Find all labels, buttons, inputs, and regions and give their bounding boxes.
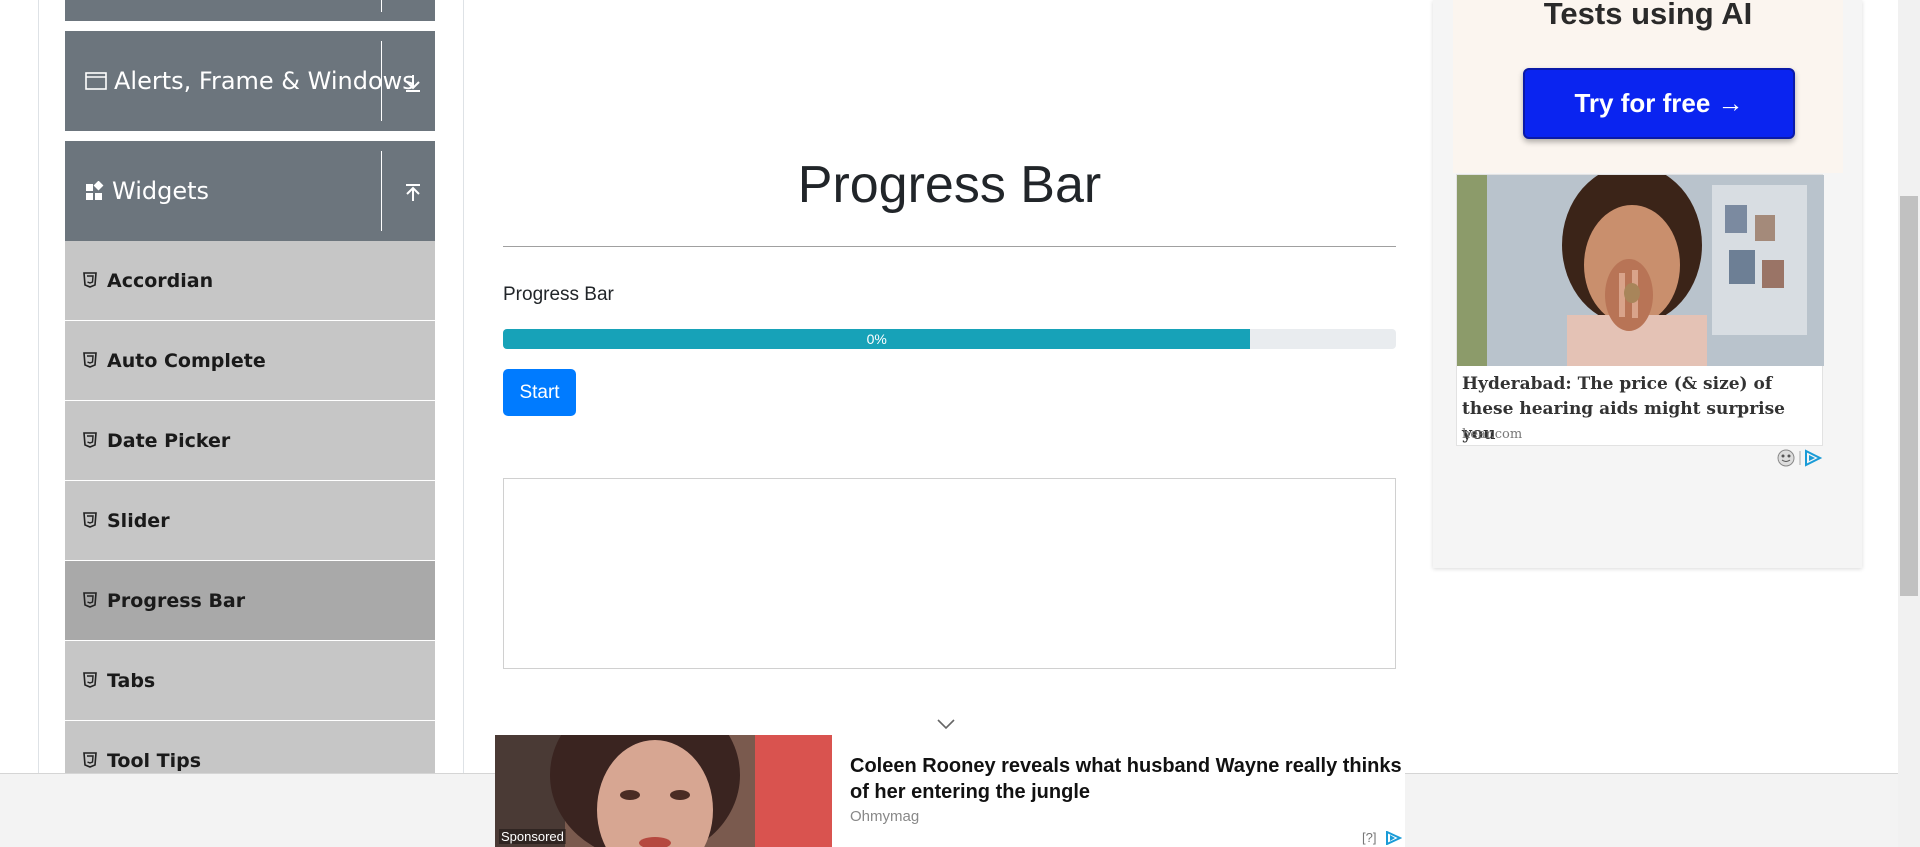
group-divider [381,151,382,231]
group-label: Alerts, Frame & Windows [114,67,415,95]
html5-icon [83,592,97,608]
sidebar-item-label: Tabs [107,670,156,692]
sidebar-item-label: Date Picker [107,430,231,452]
sidebar-group-widgets[interactable]: Widgets [65,141,435,241]
try-for-free-button[interactable]: Try for free → [1523,68,1795,139]
group-label: Widgets [112,177,210,205]
page-title: Progress Bar [797,156,1102,214]
ad-choices-icon[interactable] [1776,448,1824,472]
sidebar-item-progress-bar[interactable]: Progress Bar [65,561,435,641]
group-title: Alerts, Frame & Windows [85,67,415,95]
widgets-icon [85,181,105,201]
window-icon [85,71,107,91]
sidebar-item-accordian[interactable]: Accordian [65,241,435,321]
page-scrollbar[interactable] [1898,0,1920,847]
ad-image [1457,175,1824,366]
progress-bar-value: 0% [866,331,887,347]
promo-heading: Tests using AI [1543,0,1753,31]
sidebar-advertisement: Tests using AI Try for free → Hyderabad:… [1433,0,1862,568]
sidebar-item-label: Progress Bar [107,590,246,612]
sidebar-item-auto-complete[interactable]: Auto Complete [65,321,435,401]
ad-image: Sponsored [495,735,832,847]
sidebar-item-label: Auto Complete [107,350,266,372]
ad-card[interactable]: Hyderabad: The price (& size) of these h… [1456,174,1824,446]
ad-source: hear.com [1462,427,1523,442]
sidebar-item-tabs[interactable]: Tabs [65,641,435,721]
group-divider [381,41,382,121]
title-divider [503,246,1396,247]
sidebar-item-label: Accordian [107,270,214,292]
sidebar-item-slider[interactable]: Slider [65,481,435,561]
upload-arrow-icon[interactable] [402,182,424,204]
sponsored-label: Sponsored [499,829,566,844]
widgets-menu: Accordian Auto Complete Date Picker Slid… [65,241,435,801]
bottom-advertisement[interactable]: Sponsored Coleen Rooney reveals what hus… [495,735,1405,847]
ad-source: Ohmymag [850,808,920,825]
progress-bar: 0% [503,329,1396,349]
scrollbar-thumb[interactable] [1900,196,1918,596]
group-title: Widgets [85,177,209,205]
html5-icon [83,432,97,448]
html5-icon [83,352,97,368]
start-button[interactable]: Start [503,369,576,416]
chevron-down-icon[interactable] [935,716,957,732]
progress-bar-label: Progress Bar [503,284,614,305]
sidebar-item-date-picker[interactable]: Date Picker [65,401,435,481]
sidebar-group-previous[interactable] [65,0,435,21]
promo-banner: Tests using AI Try for free → [1453,0,1843,173]
ad-help-link[interactable]: [?] [1362,830,1376,845]
sidebar-item-label: Slider [107,510,170,532]
html5-icon [83,752,97,768]
ad-choices-icon[interactable] [1384,830,1403,847]
ad-placeholder [503,478,1396,669]
html5-icon [83,672,97,688]
html5-icon [83,512,97,528]
download-arrow-icon[interactable] [402,72,424,94]
html5-icon [83,272,97,288]
group-divider [381,0,382,12]
sidebar-item-label: Tool Tips [107,750,202,772]
ad-headline[interactable]: Coleen Rooney reveals what husband Wayne… [850,753,1405,805]
sidebar-group-alerts-frame-windows[interactable]: Alerts, Frame & Windows [65,31,435,131]
